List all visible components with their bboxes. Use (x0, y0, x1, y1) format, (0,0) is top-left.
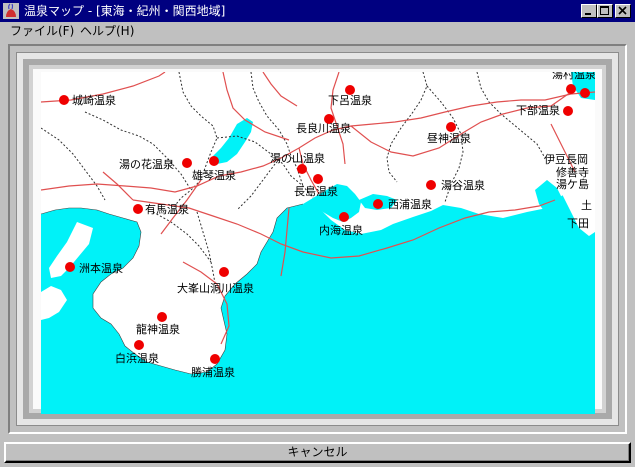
onsen-marker-yuya[interactable] (426, 180, 436, 190)
minimize-button[interactable] (581, 4, 597, 18)
onsen-marker-omine[interactable] (219, 267, 229, 277)
onsen-label-yunoyama: 湯の山温泉 (270, 152, 325, 165)
onsen-label-utsumi: 内海温泉 (319, 224, 363, 237)
onsen-marker-sumoto[interactable] (65, 262, 75, 272)
title-bar: 温泉マップ - [東海・紀州・関西地域] (0, 0, 635, 22)
onsen-label-shimobe: 下部温泉 (516, 104, 560, 117)
onsen-marker-yunohana[interactable] (182, 158, 192, 168)
onsen-label-katsuura: 勝浦温泉 (191, 366, 235, 379)
app-icon (3, 3, 19, 19)
menu-help[interactable]: ヘルプ(H) (80, 24, 134, 39)
menu-file[interactable]: ファイル(F) (10, 24, 74, 39)
onsen-marker-ryujin[interactable] (157, 312, 167, 322)
onsen-label-yumura: 湯村温泉 (552, 72, 595, 81)
onsen-marker-yunoyama[interactable] (297, 164, 307, 174)
land-shikoku (41, 286, 67, 320)
onsen-label-toi: 土 (581, 199, 592, 212)
onsen-marker-yumura[interactable] (566, 84, 576, 94)
onsen-label-yuya: 湯谷温泉 (441, 179, 485, 192)
onsen-label-ryujin: 龍神温泉 (136, 323, 180, 336)
menu-bar: ファイル(F) ヘルプ(H) (0, 22, 635, 41)
onsen-marker-utsumi[interactable] (339, 212, 349, 222)
onsen-label-nagaragawa: 長良川温泉 (296, 122, 351, 135)
onsen-label-shuzenji: 修善寺 (556, 166, 589, 179)
onsen-label-nagashima: 長島温泉 (294, 185, 338, 198)
onsen-label-izunagaoka: 伊豆長岡 (544, 153, 588, 166)
maximize-button[interactable] (597, 4, 613, 18)
onsen-marker-ogoto[interactable] (209, 156, 219, 166)
onsen-marker-shirahama[interactable] (134, 340, 144, 350)
onsen-marker-nishiura[interactable] (373, 199, 383, 209)
onsen-label-yunohana: 湯の花温泉 (119, 158, 174, 171)
onsen-marker-hirugami[interactable] (446, 122, 456, 132)
onsen-marker-nagashima[interactable] (313, 174, 323, 184)
close-button[interactable] (615, 4, 631, 18)
onsen-label-ogoto: 雄琴温泉 (192, 169, 236, 182)
onsen-label-omine: 大峯山洞川温泉 (177, 282, 254, 295)
onsen-label-hirugami: 昼神温泉 (427, 132, 471, 145)
onsen-map: 城崎温泉 下呂温泉 長良川温泉 昼神温泉 湯の花温泉 雄琴温泉 湯の山温泉 長島… (41, 72, 595, 414)
onsen-marker-katsuura[interactable] (210, 354, 220, 364)
cancel-button[interactable]: キャンセル (4, 442, 631, 463)
onsen-label-kinosaki: 城崎温泉 (72, 94, 116, 107)
onsen-marker-arima[interactable] (133, 204, 143, 214)
onsen-label-sumoto: 洲本温泉 (79, 262, 123, 275)
onsen-label-nishiura: 西浦温泉 (388, 198, 432, 211)
onsen-marker-shimobe[interactable] (563, 106, 573, 116)
window-title: 温泉マップ - [東海・紀州・関西地域] (24, 4, 226, 18)
onsen-label-shimoda: 下田 (567, 217, 589, 230)
onsen-label-yugashima: 湯ケ島 (556, 178, 589, 191)
onsen-label-shirahama: 白浜温泉 (115, 352, 159, 365)
onsen-marker-yumura-2[interactable] (580, 88, 590, 98)
onsen-label-gero: 下呂温泉 (328, 94, 372, 107)
onsen-label-arima: 有馬温泉 (145, 203, 189, 216)
land-main (41, 72, 595, 374)
onsen-marker-kinosaki[interactable] (59, 95, 69, 105)
